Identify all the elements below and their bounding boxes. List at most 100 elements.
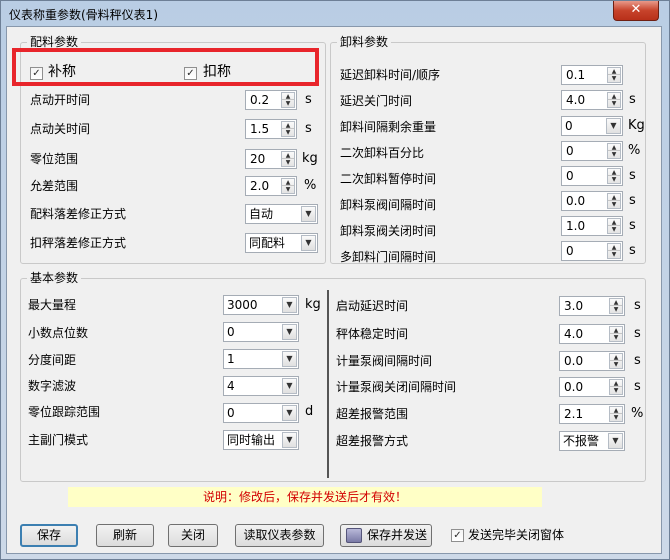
spin-up-icon[interactable]: ▲: [608, 169, 620, 176]
spin-up-icon[interactable]: ▲: [282, 179, 294, 186]
interval-remain-select[interactable]: 0 ▼: [561, 116, 623, 136]
jog-on-spinner[interactable]: 0.2 ▲ ▼: [245, 90, 297, 110]
deduct-mode-label: 扣秤落差修正方式: [30, 236, 127, 250]
spin-up-icon[interactable]: ▲: [608, 244, 620, 251]
spin-down-icon[interactable]: ▼: [282, 159, 294, 166]
save-send-button[interactable]: 保存并发送: [340, 524, 432, 547]
division-select[interactable]: 1 ▼: [223, 349, 299, 369]
interval-remain-value: 0: [565, 119, 573, 133]
koucheng-checkbox[interactable]: ✓: [184, 67, 197, 80]
deduct-mode-select[interactable]: 同配料 ▼: [245, 233, 318, 253]
chevron-down-icon[interactable]: ▼: [301, 206, 316, 222]
chevron-down-icon[interactable]: ▼: [608, 433, 623, 449]
read-params-button[interactable]: 读取仪表参数: [235, 524, 324, 547]
chevron-down-icon[interactable]: ▼: [282, 405, 297, 421]
spin-up-icon[interactable]: ▲: [610, 327, 622, 334]
spin-down-icon[interactable]: ▼: [608, 226, 620, 233]
chevron-down-icon[interactable]: ▼: [282, 378, 297, 394]
refresh-button[interactable]: 刷新: [96, 524, 154, 547]
spin-down-icon[interactable]: ▼: [608, 176, 620, 183]
meter-close-spinner[interactable]: 0.0 ▲ ▼: [559, 377, 625, 397]
spin-up-icon[interactable]: ▲: [608, 194, 620, 201]
close-window-button[interactable]: ✕: [613, 1, 659, 21]
filter-label: 数字滤波: [28, 379, 77, 393]
zero-range-spinner[interactable]: 20 ▲ ▼: [245, 149, 297, 169]
second-pct-label: 二次卸料百分比: [340, 146, 425, 160]
start-delay-label: 启动延迟时间: [336, 299, 409, 313]
close-after-send-checkbox[interactable]: ✓: [451, 529, 464, 542]
pump-interval-label: 卸料泵阀间隔时间: [340, 198, 437, 212]
spin-down-icon[interactable]: ▼: [610, 361, 622, 368]
spin-up-icon[interactable]: ▲: [608, 219, 620, 226]
second-pause-spinner[interactable]: 0 ▲ ▼: [561, 166, 623, 186]
spin-up-icon[interactable]: ▲: [610, 380, 622, 387]
max-range-select[interactable]: 3000 ▼: [223, 295, 299, 315]
spin-down-icon[interactable]: ▼: [610, 414, 622, 421]
over-range-unit: %: [631, 406, 644, 421]
spin-down-icon[interactable]: ▼: [608, 75, 620, 82]
spin-up-icon[interactable]: ▲: [608, 93, 620, 100]
chevron-down-icon[interactable]: ▼: [282, 324, 297, 340]
spin-up-icon[interactable]: ▲: [610, 299, 622, 306]
decimals-value: 0: [227, 325, 235, 339]
zero-track-select[interactable]: 0 ▼: [223, 403, 299, 423]
meter-interval-spinner[interactable]: 0.0 ▲ ▼: [559, 351, 625, 371]
spin-down-icon[interactable]: ▼: [608, 201, 620, 208]
save-button[interactable]: 保存: [20, 524, 78, 547]
spin-up-icon[interactable]: ▲: [282, 122, 294, 129]
spin-down-icon[interactable]: ▼: [608, 100, 620, 107]
multi-gate-spinner[interactable]: 0 ▲ ▼: [561, 241, 623, 261]
zero-range-label: 零位范围: [30, 152, 79, 166]
spin-down-icon[interactable]: ▼: [610, 306, 622, 313]
spin-up-icon[interactable]: ▲: [610, 354, 622, 361]
bucheng-label: 补称: [48, 64, 76, 80]
stable-time-label: 秤体稳定时间: [336, 327, 409, 341]
basic-params-title: 基本参数: [27, 271, 82, 285]
over-range-spinner[interactable]: 2.1 ▲ ▼: [559, 404, 625, 424]
interval-remain-label: 卸料间隔剩余重量: [340, 120, 437, 134]
start-delay-spinner[interactable]: 3.0 ▲ ▼: [559, 296, 625, 316]
multi-gate-label: 多卸料门间隔时间: [340, 250, 437, 264]
bucheng-checkbox[interactable]: ✓: [30, 67, 43, 80]
chevron-down-icon[interactable]: ▼: [606, 118, 621, 134]
pump-interval-spinner[interactable]: 0.0 ▲ ▼: [561, 191, 623, 211]
delay-close-unit: s: [629, 92, 636, 107]
filter-select[interactable]: 4 ▼: [223, 376, 299, 396]
chevron-down-icon[interactable]: ▼: [282, 432, 297, 448]
over-mode-select[interactable]: 不报警 ▼: [559, 431, 625, 451]
note-banner: 说明：修改后，保存并发送后才有效！: [68, 487, 542, 507]
second-pct-spinner[interactable]: 0 ▲ ▼: [561, 141, 623, 161]
jog-on-unit: s: [305, 92, 312, 107]
jog-off-spinner[interactable]: 1.5 ▲ ▼: [245, 119, 297, 139]
gate-mode-select[interactable]: 同时输出 ▼: [223, 430, 299, 450]
spin-down-icon[interactable]: ▼: [608, 151, 620, 158]
spin-down-icon[interactable]: ▼: [282, 100, 294, 107]
delay-close-spinner[interactable]: 4.0 ▲ ▼: [561, 90, 623, 110]
spin-up-icon[interactable]: ▲: [282, 152, 294, 159]
spin-down-icon[interactable]: ▼: [610, 334, 622, 341]
stable-time-spinner[interactable]: 4.0 ▲ ▼: [559, 324, 625, 344]
spin-down-icon[interactable]: ▼: [282, 129, 294, 136]
delay-order-spinner[interactable]: 0.1 ▲ ▼: [561, 65, 623, 85]
spin-up-icon[interactable]: ▲: [610, 407, 622, 414]
decimals-select[interactable]: 0 ▼: [223, 322, 299, 342]
spin-down-icon[interactable]: ▼: [610, 387, 622, 394]
tolerance-value: 2.0: [250, 179, 270, 193]
chevron-down-icon[interactable]: ▼: [282, 351, 297, 367]
zero-track-label: 零位跟踪范围: [28, 405, 101, 419]
spin-down-icon[interactable]: ▼: [608, 251, 620, 258]
tolerance-spinner[interactable]: 2.0 ▲ ▼: [245, 176, 297, 196]
spin-up-icon[interactable]: ▲: [282, 93, 294, 100]
tolerance-label: 允差范围: [30, 179, 79, 193]
close-button[interactable]: 关闭: [168, 524, 218, 547]
spin-up-icon[interactable]: ▲: [608, 68, 620, 75]
jog-on-label: 点动开时间: [30, 93, 91, 107]
over-range-label: 超差报警范围: [336, 407, 409, 421]
pump-close-spinner[interactable]: 1.0 ▲ ▼: [561, 216, 623, 236]
chevron-down-icon[interactable]: ▼: [282, 297, 297, 313]
spin-down-icon[interactable]: ▼: [282, 186, 294, 193]
fall-mode-select[interactable]: 自动 ▼: [245, 204, 318, 224]
multi-gate-unit: s: [629, 243, 636, 258]
chevron-down-icon[interactable]: ▼: [301, 235, 316, 251]
spin-up-icon[interactable]: ▲: [608, 144, 620, 151]
